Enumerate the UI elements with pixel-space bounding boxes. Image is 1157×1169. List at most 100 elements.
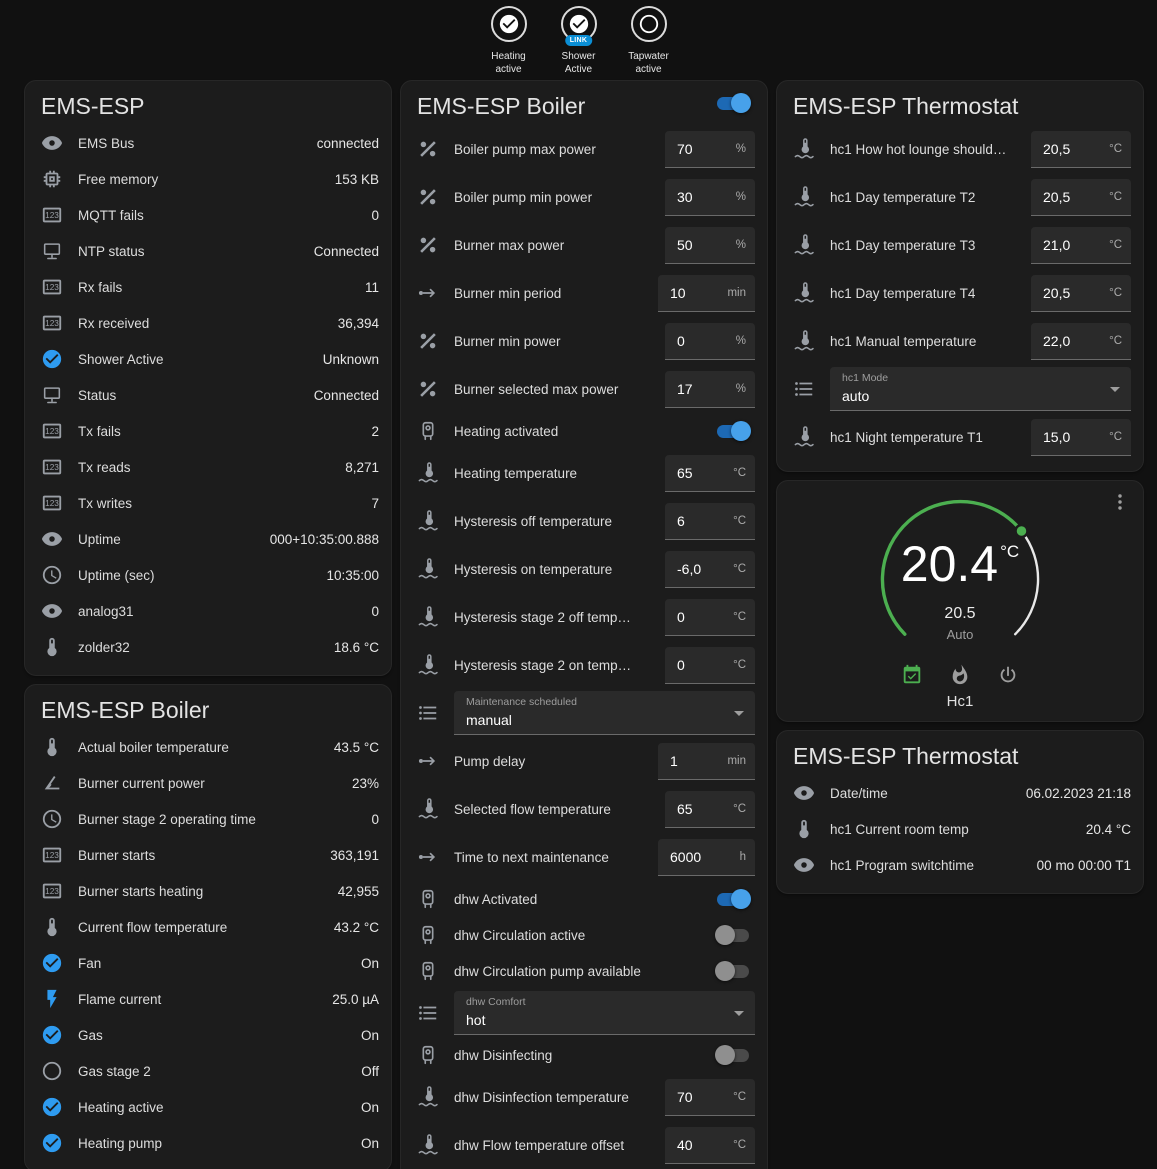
select-maintenance-scheduled[interactable]: Maintenance scheduledmanual <box>454 691 755 735</box>
toggle-heating-activated[interactable] <box>717 425 749 438</box>
percent-icon <box>417 234 439 256</box>
entity-row-heating-pump[interactable]: Heating pumpOn <box>25 1125 391 1161</box>
input-boiler-pump-max-power[interactable]: 70% <box>665 131 755 168</box>
entity-value: Connected <box>314 388 379 403</box>
input-burner-min-power[interactable]: 0% <box>665 323 755 360</box>
config-label: Boiler pump min power <box>454 190 657 205</box>
thermostat-dial-card: 20.4°C 20.5 Auto Hc1 <box>776 480 1144 722</box>
entity-row-tx-fails[interactable]: Tx fails2 <box>25 413 391 449</box>
input-unit: °C <box>733 515 746 527</box>
input-hc1-day-temperature-t3[interactable]: 21,0°C <box>1031 227 1131 264</box>
entity-label: Status <box>78 388 302 403</box>
fire-button[interactable] <box>949 664 971 686</box>
coolant-icon <box>417 1086 439 1108</box>
toggle-dhw-circulation-pump-available[interactable] <box>717 965 749 978</box>
input-unit: % <box>736 143 746 155</box>
toggle-dhw-disinfecting[interactable] <box>717 1049 749 1062</box>
entity-row-gas[interactable]: GasOn <box>25 1017 391 1053</box>
input-hc1-day-temperature-t4[interactable]: 20,5°C <box>1031 275 1131 312</box>
toggle-dhw-circulation-active[interactable] <box>717 929 749 942</box>
input-burner-min-period[interactable]: 10min <box>658 275 755 312</box>
entity-row-burner-stage-2-operating-time[interactable]: Burner stage 2 operating time0 <box>25 801 391 837</box>
boiler-master-toggle[interactable] <box>717 97 749 110</box>
input-selected-flow-temperature[interactable]: 65°C <box>665 791 755 828</box>
temperature-unit: °C <box>1000 542 1019 561</box>
coolant-icon <box>793 138 815 160</box>
input-hysteresis-stage-2-on-temp[interactable]: 0°C <box>665 647 755 684</box>
config-row-hc1-night-temperature-t1: hc1 Night temperature T115,0°C <box>777 413 1143 461</box>
input-unit: °C <box>1109 335 1122 347</box>
coolant-icon <box>417 510 439 532</box>
coolant-icon <box>793 426 815 448</box>
counter-icon <box>41 844 63 866</box>
config-row-dhw-comfort: dhw Comforthot <box>401 989 767 1037</box>
entity-label: NTP status <box>78 244 302 259</box>
coolant-icon <box>793 282 815 304</box>
input-hc1-night-temperature-t1[interactable]: 15,0°C <box>1031 419 1131 456</box>
input-hysteresis-off-temperature[interactable]: 6°C <box>665 503 755 540</box>
entity-row-zolder32[interactable]: zolder3218.6 °C <box>25 629 391 665</box>
input-hc1-manual-temperature[interactable]: 22,0°C <box>1031 323 1131 360</box>
entity-row-tx-writes[interactable]: Tx writes7 <box>25 485 391 521</box>
card-ems-esp: EMS-ESP EMS BusconnectedFree memory153 K… <box>24 80 392 676</box>
entity-row-rx-fails[interactable]: Rx fails11 <box>25 269 391 305</box>
badge-heating-active[interactable]: Heatingactive <box>479 6 539 76</box>
coolant-icon <box>417 1134 439 1156</box>
input-boiler-pump-min-power[interactable]: 30% <box>665 179 755 216</box>
select-label: dhw Comfort <box>466 997 725 1009</box>
input-hc1-day-temperature-t2[interactable]: 20,5°C <box>1031 179 1131 216</box>
select-dhw-comfort[interactable]: dhw Comforthot <box>454 991 755 1035</box>
input-burner-max-power[interactable]: 50% <box>665 227 755 264</box>
entity-row-burner-current-power[interactable]: Burner current power23% <box>25 765 391 801</box>
calendar-check-button[interactable] <box>901 664 923 686</box>
entity-row-flame-current[interactable]: Flame current25.0 µA <box>25 981 391 1017</box>
entity-row-uptime[interactable]: Uptime000+10:35:00.888 <box>25 521 391 557</box>
config-row-hc1-day-temperature-t4: hc1 Day temperature T420,5°C <box>777 269 1143 317</box>
power-button[interactable] <box>997 664 1019 686</box>
input-value: 20,5 <box>1043 141 1070 157</box>
input-hc1-how-hot-lounge-should[interactable]: 20,5°C <box>1031 131 1131 168</box>
entity-row-current-flow-temperature[interactable]: Current flow temperature43.2 °C <box>25 909 391 945</box>
entity-row-free-memory[interactable]: Free memory153 KB <box>25 161 391 197</box>
input-heating-temperature[interactable]: 65°C <box>665 455 755 492</box>
angle-icon <box>41 772 63 794</box>
input-dhw-flow-temperature-offset[interactable]: 40°C <box>665 1127 755 1164</box>
entity-row-actual-boiler-temperature[interactable]: Actual boiler temperature43.5 °C <box>25 729 391 765</box>
input-pump-delay[interactable]: 1min <box>658 743 755 780</box>
entity-row-ntp-status[interactable]: NTP statusConnected <box>25 233 391 269</box>
entity-row-fan[interactable]: FanOn <box>25 945 391 981</box>
select-hc1-mode[interactable]: hc1 Modeauto <box>830 367 1131 411</box>
entity-row-heating-active[interactable]: Heating activeOn <box>25 1089 391 1125</box>
entity-row-rx-received[interactable]: Rx received36,394 <box>25 305 391 341</box>
input-dhw-disinfection-temperature[interactable]: 70°C <box>665 1079 755 1116</box>
badge-shower-active[interactable]: LINKShowerActive <box>549 6 609 76</box>
card-ems-esp-boiler-settings: EMS-ESP Boiler Boiler pump max power70%B… <box>400 80 768 1169</box>
badge-circle: LINK <box>561 6 597 42</box>
entity-row-tx-reads[interactable]: Tx reads8,271 <box>25 449 391 485</box>
entity-row-hc1-program-switchtime[interactable]: hc1 Program switchtime00 mo 00:00 T1 <box>777 847 1143 883</box>
entity-row-burner-starts-heating[interactable]: Burner starts heating42,955 <box>25 873 391 909</box>
config-row-hysteresis-stage-2-on-temp: Hysteresis stage 2 on temp…0°C <box>401 641 767 689</box>
entity-row-gas-stage-2[interactable]: Gas stage 2Off <box>25 1053 391 1089</box>
entity-row-analog31[interactable]: analog310 <box>25 593 391 629</box>
entity-row-mqtt-fails[interactable]: MQTT fails0 <box>25 197 391 233</box>
input-time-to-next-maintenance[interactable]: 6000h <box>658 839 755 876</box>
entity-row-hc1-current-room-temp[interactable]: hc1 Current room temp20.4 °C <box>777 811 1143 847</box>
input-hysteresis-on-temperature[interactable]: -6,0°C <box>665 551 755 588</box>
check-circle-icon <box>41 952 63 974</box>
entity-row-burner-starts[interactable]: Burner starts363,191 <box>25 837 391 873</box>
entity-row-shower-active[interactable]: Shower ActiveUnknown <box>25 341 391 377</box>
toggle-dhw-activated[interactable] <box>717 893 749 906</box>
more-options-icon[interactable] <box>1109 491 1131 513</box>
entity-row-ems-bus[interactable]: EMS Busconnected <box>25 125 391 161</box>
config-label: dhw Disinfection temperature <box>454 1090 657 1105</box>
config-row-heating-activated: Heating activated <box>401 413 767 449</box>
entity-row-date-time[interactable]: Date/time06.02.2023 21:18 <box>777 775 1143 811</box>
entity-row-uptime-sec[interactable]: Uptime (sec)10:35:00 <box>25 557 391 593</box>
badge-tapwater-active[interactable]: Tapwateractive <box>619 6 679 76</box>
input-hysteresis-stage-2-off-temp[interactable]: 0°C <box>665 599 755 636</box>
toggle-thumb <box>731 93 751 113</box>
entity-row-status[interactable]: Status Connected <box>25 377 391 413</box>
input-burner-selected-max-power[interactable]: 17% <box>665 371 755 408</box>
config-row-dhw-circulation-pump-available: dhw Circulation pump available <box>401 953 767 989</box>
